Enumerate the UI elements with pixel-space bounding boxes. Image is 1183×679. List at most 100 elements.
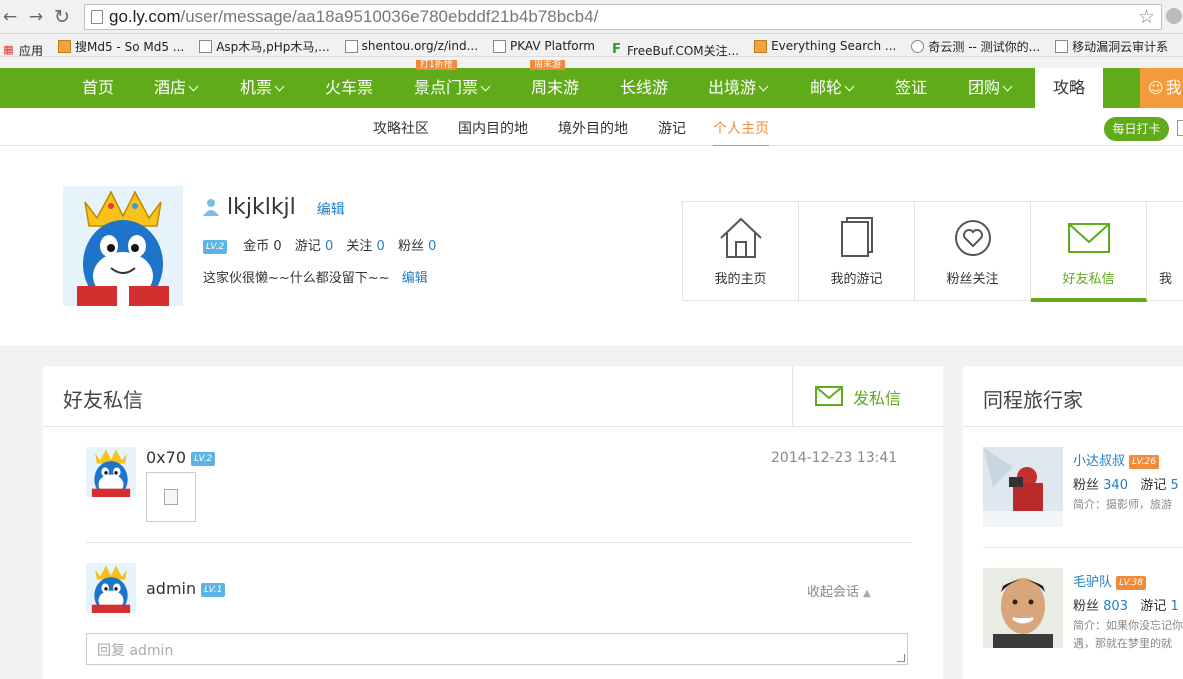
travelers-panel-header: 同程旅行家 <box>963 366 1183 427</box>
bookmark-item[interactable]: PKAV Platform <box>491 35 595 56</box>
traveler-avatar[interactable] <box>983 447 1063 527</box>
page-icon <box>344 39 358 53</box>
login-label: 我 <box>1165 78 1182 97</box>
nav-item[interactable]: 机票 <box>240 68 285 108</box>
url-host: go.ly.com <box>109 7 181 26</box>
nav-item[interactable]: 攻略 <box>1035 68 1104 108</box>
chevron-down-icon <box>758 81 769 92</box>
nav-item-label: 长线游 <box>620 78 669 97</box>
travelogues-count[interactable]: 1 <box>1171 599 1179 614</box>
bookmark-item[interactable]: 移动漏洞云审计系 <box>1053 35 1168 56</box>
bookmark-item[interactable]: 奇云测 -- 测试你的... <box>909 35 1040 56</box>
nav-item[interactable]: 周末游 <box>531 68 579 108</box>
bookmark-item[interactable]: 搜Md5 - So Md5 ... <box>56 35 185 56</box>
nav-item[interactable]: 长线游 <box>620 68 668 108</box>
nav-item[interactable]: 景点门票 <box>414 68 491 108</box>
forward-arrow-icon[interactable]: → <box>26 7 46 27</box>
travelogues-count[interactable]: 0 <box>325 239 333 254</box>
page-icon <box>493 39 507 53</box>
side-panel-toggle[interactable] <box>1177 120 1183 136</box>
travelogues-label: 游记 <box>1140 478 1167 493</box>
traveler-avatar[interactable] <box>983 568 1063 648</box>
nav-item[interactable]: 邮轮 <box>810 68 855 108</box>
back-arrow-icon[interactable]: ← <box>0 7 20 27</box>
chevron-down-icon <box>274 81 285 92</box>
traveler-name-text: 小达叔叔 <box>1073 454 1126 469</box>
fans-label: 粉丝 <box>397 239 424 254</box>
bookmark-item[interactable]: Everything Search ... <box>752 35 897 56</box>
reply-input[interactable]: 回复 admin <box>86 633 908 665</box>
avatar[interactable] <box>63 186 183 306</box>
bookmark-item[interactable]: F FreeBuf.COM关注... <box>608 39 739 57</box>
page-icon <box>1055 39 1069 53</box>
traveler-name[interactable]: 小达叔叔 LV.26 <box>1073 450 1159 469</box>
chevron-down-icon <box>188 81 199 92</box>
main-nav: 首页 酒店 机票 火车票 景点门票 周末游 长线游 出境游 邮轮 签证 团购 攻略 打1折抢 周末游 <box>0 60 1183 108</box>
sub-nav: 攻略社区 国内目的地 境外目的地 游记 个人主页 <box>0 108 1183 147</box>
coins-count: 0 <box>273 239 282 254</box>
resize-handle[interactable] <box>897 654 905 662</box>
reply-placeholder: 回复 admin <box>97 643 174 659</box>
daily-checkin-button[interactable]: 每日打卡 <box>1104 117 1169 141</box>
bookmarks-bar: ▦ 应用 搜Md5 - So Md5 ... Asp木马,pHp木马,... shent… <box>0 35 1183 57</box>
login-button[interactable]: ☺ 我 <box>1140 68 1183 108</box>
subnav-item[interactable]: 攻略社区 <box>373 118 429 138</box>
apps-grid-icon: ▦ <box>3 42 14 56</box>
nav-item-label: 机票 <box>240 78 273 97</box>
home-icon <box>720 217 762 258</box>
level-badge: LV.26 <box>1129 454 1159 469</box>
edit-bio-link[interactable]: 编辑 <box>402 271 428 286</box>
nav-item[interactable]: 酒店 <box>154 68 199 108</box>
tab-friend-messages[interactable]: 好友私信 <box>1031 202 1147 302</box>
nav-item[interactable]: 出境游 <box>708 68 769 108</box>
extension-icon[interactable] <box>1166 8 1182 24</box>
search-site-icon <box>754 39 768 53</box>
message-sender[interactable]: 0x70 LV.2 <box>146 448 216 467</box>
clock-icon <box>911 39 925 53</box>
message-image[interactable] <box>146 472 196 522</box>
fans-count[interactable]: 340 <box>1103 478 1128 493</box>
bookmark-star-icon[interactable]: ☆ <box>1138 6 1155 28</box>
nav-item[interactable]: 火车票 <box>325 68 373 108</box>
bookmark-item[interactable]: shentou.org/z/ind... <box>343 35 478 56</box>
following-count[interactable]: 0 <box>377 239 385 254</box>
reload-icon[interactable]: ↻ <box>52 7 72 27</box>
subnav-item[interactable]: 游记 <box>658 118 686 138</box>
nav-item[interactable]: 首页 <box>82 68 114 108</box>
url-text[interactable]: go.ly.com/user/message/aa18a9510036e780e… <box>109 7 598 27</box>
tab-my-travelogues[interactable]: 我的游记 <box>799 202 915 302</box>
bookmark-item[interactable]: Asp木马,pHp木马,... <box>197 35 330 56</box>
edit-profile-link[interactable]: 编辑 <box>317 202 345 218</box>
tab-more[interactable]: 我 <box>1147 202 1183 302</box>
tab-my-homepage[interactable]: 我的主页 <box>683 202 799 302</box>
message-sender[interactable]: admin LV.1 <box>146 579 226 598</box>
fans-count[interactable]: 0 <box>428 239 436 254</box>
bookmark-label: 搜Md5 - So Md5 ... <box>75 39 185 54</box>
messages-panel: 好友私信 发私信 0x70 LV.2 2014-12-23 13:41 admi… <box>43 366 943 679</box>
avatar[interactable] <box>86 447 136 497</box>
send-message-button[interactable]: 发私信 <box>792 366 943 427</box>
traveler-stats: 粉丝 340 游记 5 <box>1073 474 1179 493</box>
documents-icon <box>841 217 873 257</box>
nav-item-label: 攻略 <box>1053 78 1086 97</box>
nav-item-label: 酒店 <box>154 78 187 97</box>
fans-count[interactable]: 803 <box>1103 599 1128 614</box>
profile-tabs: 我的主页 我的游记 粉丝关注 好友私信 我 <box>682 201 1183 302</box>
bookmark-label: Everything Search ... <box>771 39 897 53</box>
collapse-conversation-button[interactable]: 收起会话 ▲ <box>807 581 871 600</box>
broken-image-icon <box>164 489 178 505</box>
page-icon <box>91 10 103 24</box>
traveler-name[interactable]: 毛驴队 LV.38 <box>1073 571 1146 590</box>
subnav-item[interactable]: 境外目的地 <box>558 118 628 138</box>
tab-fans-following[interactable]: 粉丝关注 <box>915 202 1031 302</box>
avatar[interactable] <box>86 563 136 613</box>
bookmark-item[interactable]: ▦ 应用 <box>0 39 43 57</box>
nav-item[interactable]: 团购 <box>968 68 1013 108</box>
address-bar[interactable]: go.ly.com/user/message/aa18a9510036e780e… <box>84 4 1162 30</box>
subnav-item[interactable]: 个人主页 <box>713 118 769 147</box>
fans-label: 粉丝 <box>1073 478 1100 493</box>
bookmark-label: FreeBuf.COM关注... <box>627 43 740 57</box>
travelogues-count[interactable]: 5 <box>1171 478 1179 493</box>
nav-item[interactable]: 签证 <box>895 68 927 108</box>
subnav-item[interactable]: 国内目的地 <box>458 118 528 138</box>
